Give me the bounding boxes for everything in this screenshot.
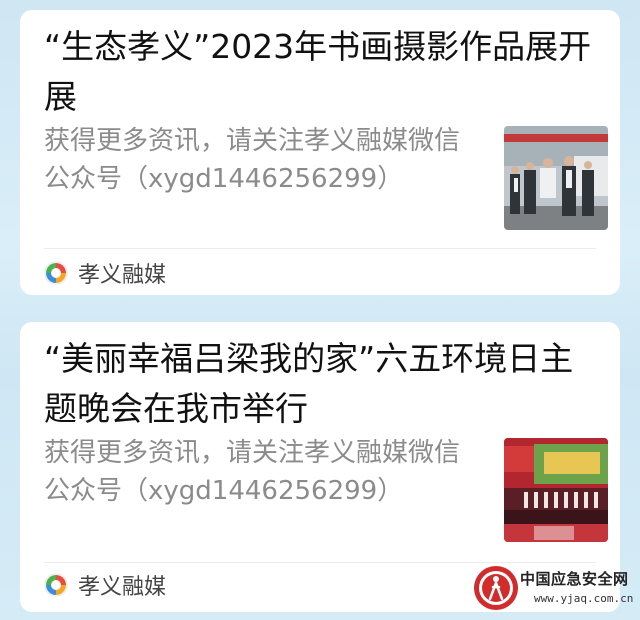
- source-name: 孝义融媒: [78, 263, 167, 288]
- news-description: 获得更多资讯，请关注孝义融媒微信公众号（xygd1446256299）: [44, 438, 461, 506]
- watermark-site-url: www.yjaq.com.cn: [534, 592, 634, 605]
- watermark-site-name: 中国应急安全网: [520, 570, 629, 588]
- news-source[interactable]: 孝义融媒: [44, 258, 166, 288]
- source-name: 孝义融媒: [78, 575, 167, 600]
- emergency-safety-logo-icon: [474, 566, 518, 610]
- news-card[interactable]: “生态孝义”2023年书画摄影作品展开展 获得更多资讯，请关注孝义融媒微信公众号…: [20, 10, 620, 295]
- stage-performance-photo-icon: [504, 438, 608, 542]
- site-watermark: 中国应急安全网 www.yjaq.com.cn: [472, 562, 640, 620]
- news-title[interactable]: “生态孝义”2023年书画摄影作品展开展: [44, 22, 604, 122]
- news-thumbnail[interactable]: [504, 126, 608, 230]
- news-source[interactable]: 孝义融媒: [44, 570, 166, 600]
- news-description: 获得更多资讯，请关注孝义融媒微信公众号（xygd1446256299）: [44, 126, 461, 194]
- news-title[interactable]: “美丽幸福吕梁我的家”六五环境日主题晚会在我市举行: [44, 334, 604, 434]
- exhibition-photo-icon: [504, 126, 608, 230]
- source-logo-icon: [44, 261, 68, 285]
- news-thumbnail[interactable]: [504, 438, 608, 542]
- divider: [44, 248, 596, 249]
- source-logo-icon: [44, 573, 68, 597]
